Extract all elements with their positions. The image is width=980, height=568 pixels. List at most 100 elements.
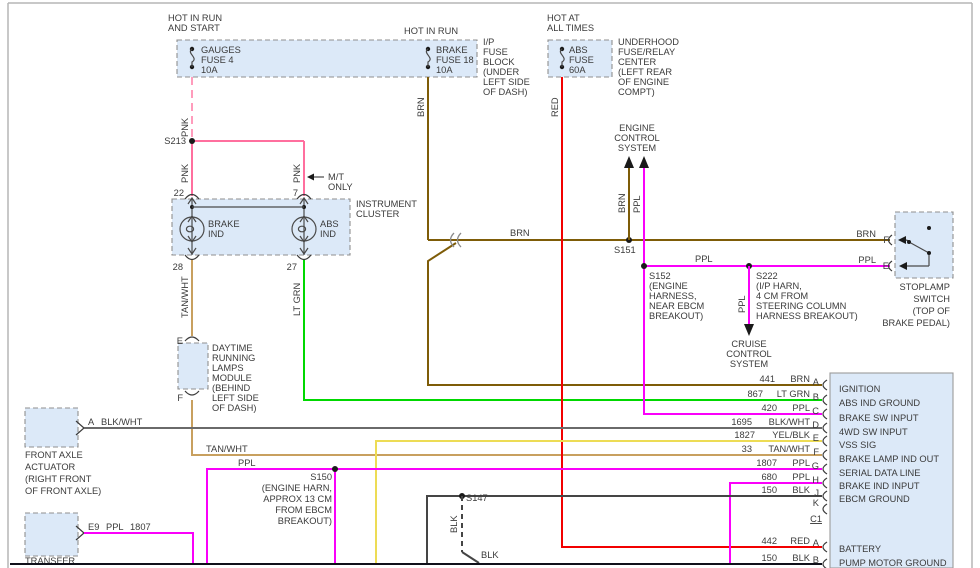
pump-gnd-row-pin: B [813, 555, 819, 565]
row-c-label: BRAKE SW INPUT [839, 413, 919, 423]
row-e-color: YEL/BLK [772, 430, 811, 440]
blk-wire-label-rot: BLK [449, 515, 459, 533]
stoplamp-pin-f-label: F [883, 235, 889, 245]
svg-text:(TOP OF: (TOP OF [913, 306, 951, 316]
row-j-label: EBCM GROUND [839, 494, 910, 504]
ecs-label1: ENGINE [619, 123, 655, 133]
pnk-wire-label-left: PNK [180, 163, 190, 183]
tanwht-row-label: TAN/WHT [206, 444, 248, 454]
brake-fuse-label1: BRAKE [436, 45, 468, 55]
svg-text:BREAKOUT): BREAKOUT) [649, 311, 703, 321]
brn-wire-label-right: BRN [856, 229, 876, 239]
hot-at-all-times-label: HOT AT [547, 13, 580, 23]
row-j-circuit: 150 [761, 485, 777, 495]
svg-text:FUSE: FUSE [483, 47, 508, 57]
pnk-wire-label-right: PNK [292, 163, 302, 183]
row-e-pin: E [813, 433, 819, 443]
svg-text:COMPT): COMPT) [618, 87, 655, 97]
svg-text:I/P: I/P [483, 37, 494, 47]
transfer-circuit-label: 1807 [130, 522, 151, 532]
row-d-circuit: 1695 [731, 417, 752, 427]
row-j-pin: J [814, 488, 819, 498]
svg-text:OF FRONT AXLE): OF FRONT AXLE) [25, 486, 101, 496]
ppl-serial-label: PPL [238, 458, 256, 468]
svg-text:BREAKOUT): BREAKOUT) [278, 516, 332, 526]
gauges-fuse-label3: 10A [201, 65, 218, 75]
row-f-pin: F [813, 447, 819, 457]
row-c-circuit: 420 [761, 403, 777, 413]
splice-s213-dot [189, 138, 195, 144]
tanwht-wire-label: TAN/WHT [180, 276, 190, 318]
battery-row-circuit: 442 [761, 536, 777, 546]
svg-text:UNDERHOOD: UNDERHOOD [618, 37, 679, 47]
svg-text:(UNDER: (UNDER [483, 67, 519, 77]
pump-gnd-row-label: PUMP MOTOR GROUND [839, 558, 947, 568]
ebcm-pin-k-label: K [813, 498, 820, 508]
row-a-circuit: 441 [759, 374, 775, 384]
svg-text:DAYTIME: DAYTIME [212, 343, 253, 353]
svg-text:(ENGINE: (ENGINE [649, 281, 688, 291]
brake-fuse-label2: FUSE 18 [436, 55, 474, 65]
splice-s150-dot [332, 466, 338, 472]
splice-s152-dot [641, 263, 647, 269]
svg-text:(I/P HARN,: (I/P HARN, [756, 281, 802, 291]
svg-text:LEFT SIDE: LEFT SIDE [483, 77, 530, 87]
svg-text:4 CM FROM: 4 CM FROM [756, 291, 808, 301]
row-g-label: SERIAL DATA LINE [839, 468, 920, 478]
svg-text:LAMPS: LAMPS [212, 363, 244, 373]
svg-text:OF ENGINE: OF ENGINE [618, 77, 669, 87]
ltgrn-wire-label: LT GRN [292, 283, 302, 316]
row-f-color: TAN/WHT [768, 444, 810, 454]
svg-text:FROM EBCM: FROM EBCM [275, 505, 332, 515]
ecs-label3: SYSTEM [618, 143, 656, 153]
svg-text:STOPLAMP: STOPLAMP [900, 282, 950, 292]
actuator-pin-a-label: A [88, 417, 95, 427]
row-h-color: PPL [792, 472, 810, 482]
row-e-label: VSS SIG [839, 440, 876, 450]
row-e-circuit: 1827 [734, 430, 755, 440]
row-h-circuit: 680 [761, 472, 777, 482]
brake-ind-label2: IND [208, 229, 224, 239]
abs-ind-label1: ABS [320, 219, 339, 229]
ppl-wire-label-mid: PPL [695, 254, 713, 264]
svg-text:S222: S222 [756, 271, 778, 281]
ccs-label2: CONTROL [726, 349, 771, 359]
stoplamp-pin-e-label: E [883, 261, 889, 271]
drl-module-box [178, 343, 208, 389]
row-g-color: PPL [792, 458, 810, 468]
row-j-color: BLK [792, 485, 810, 495]
svg-text:SWITCH: SWITCH [913, 294, 950, 304]
battery-row-pin: A [813, 538, 820, 548]
svg-text:BRAKE PEDAL): BRAKE PEDAL) [882, 318, 950, 328]
abs-fuse-label1: ABS [569, 45, 588, 55]
row-b-label: ABS IND GROUND [839, 398, 920, 408]
transfer-wire-color-label: PPL [106, 522, 124, 532]
transfer-box [25, 513, 78, 556]
hot-in-run-and-start-label2: AND START [168, 23, 220, 33]
ccs-label3: SYSTEM [730, 359, 768, 369]
row-g-circuit: 1807 [756, 458, 777, 468]
ppl-ecs-label: PPL [632, 195, 642, 213]
row-a-pin: A [813, 377, 820, 387]
gauges-fuse-label1: GAUGES [201, 45, 241, 55]
brn-ecs-label: BRN [617, 193, 627, 213]
row-b-circuit: 867 [747, 389, 763, 399]
ebcm-connector-id: C1 [810, 514, 822, 524]
brn-wire-label-mid: BRN [510, 228, 530, 238]
row-g-pin: G [812, 461, 819, 471]
pump-gnd-row-circuit: 150 [761, 553, 777, 563]
instrument-cluster-label1: INSTRUMENT [356, 199, 417, 209]
row-f-label: BRAKE LAMP IND OUT [839, 454, 939, 464]
row-b-pin: B [813, 392, 819, 402]
svg-text:APPROX 13 CM: APPROX 13 CM [263, 494, 332, 504]
switch-contact-dot1 [907, 240, 911, 244]
brake-fuse-label3: 10A [436, 65, 453, 75]
gauges-fuse-label2: FUSE 4 [201, 55, 234, 65]
red-wire-label: RED [550, 97, 560, 117]
hot-in-run-and-start-label: HOT IN RUN [168, 13, 222, 23]
row-b-color: LT GRN [777, 389, 810, 399]
ccs-label1: CRUISE [731, 339, 766, 349]
abs-fuse-label3: 60A [569, 65, 586, 75]
svg-text:S152: S152 [649, 271, 671, 281]
svg-text:HARNESS,: HARNESS, [649, 291, 697, 301]
